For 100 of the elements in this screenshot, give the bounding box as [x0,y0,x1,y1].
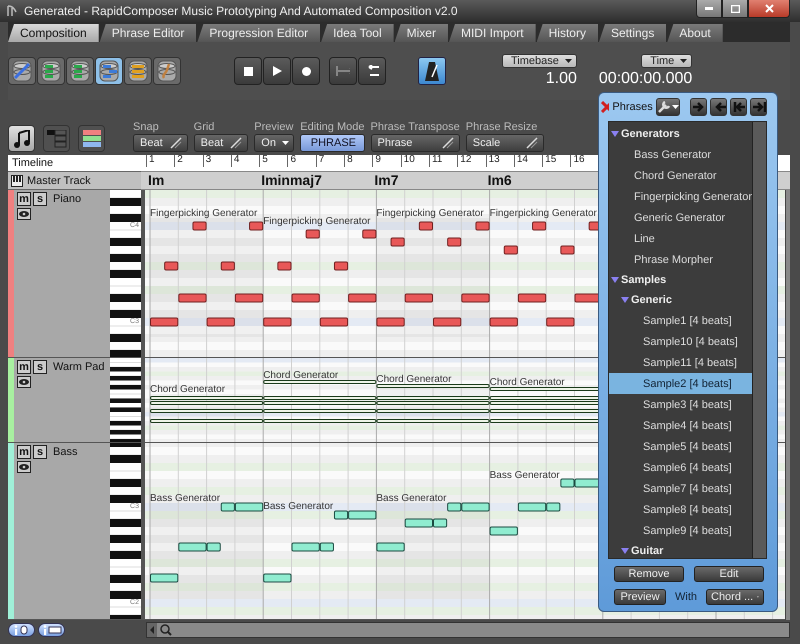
preview-button[interactable]: Preview [614,589,666,605]
wrench-dropdown[interactable] [656,98,680,116]
note[interactable] [263,396,376,400]
note[interactable] [334,510,348,520]
tab[interactable]: MIDI Import [448,24,536,42]
tab[interactable]: Phrase Editor [100,24,196,42]
note[interactable] [390,238,405,246]
tree-group[interactable]: Samples [609,270,752,290]
note[interactable] [263,380,376,384]
scroll-left-icon[interactable] [147,623,157,637]
mouse-info-button[interactable] [8,623,35,637]
mute-button[interactable]: m [17,445,31,459]
tool-button[interactable] [8,57,36,85]
tab[interactable]: History [536,24,598,42]
note[interactable] [376,419,490,423]
play-button[interactable] [263,57,291,85]
tree-item[interactable]: Sample2 [4 beats] [609,373,752,394]
close-icon[interactable] [601,100,610,112]
note[interactable] [178,542,207,552]
chord-dropdown[interactable]: Chord ... [706,589,764,605]
note[interactable] [376,409,490,413]
view-button[interactable] [78,125,105,152]
maximize-button[interactable] [722,0,748,18]
note[interactable] [560,478,574,488]
note[interactable] [376,384,490,388]
metronome-button[interactable] [418,57,446,85]
note[interactable] [249,222,264,230]
loop-button[interactable] [358,57,386,85]
solo-button[interactable]: s [33,445,47,459]
dropdown[interactable]: Beat [194,134,248,152]
mode-toggle[interactable]: PHRASE [300,134,364,152]
note[interactable] [164,262,178,270]
horizontal-scrollbar[interactable] [146,622,790,638]
tree-item[interactable]: Fingerpicking Generator [609,186,752,207]
minimize-button[interactable] [696,0,722,18]
expander-icon[interactable] [621,548,629,554]
note[interactable] [518,294,546,302]
tree-item[interactable]: Sample6 [4 beats] [609,457,752,478]
tab[interactable]: Mixer [394,24,448,42]
tree-scrollbar[interactable] [752,122,766,558]
note[interactable] [292,542,320,552]
note[interactable] [433,518,448,528]
note[interactable] [234,294,264,302]
note[interactable] [178,294,207,302]
note[interactable] [334,262,348,270]
note[interactable] [418,222,433,230]
tree-group[interactable]: Guitar [609,541,752,561]
note[interactable] [560,246,574,254]
tree-item[interactable]: Line [609,228,752,249]
arrow-button[interactable] [690,98,707,116]
note[interactable] [150,419,264,423]
dropdown[interactable]: Scale [466,134,544,152]
expander-icon[interactable] [611,131,619,137]
tab[interactable]: About [667,24,723,42]
tool-button[interactable] [153,57,181,85]
panel-button[interactable]: Remove [614,566,684,582]
note[interactable] [150,409,264,413]
note[interactable] [234,502,264,512]
tool-button[interactable] [124,57,152,85]
tab[interactable]: Composition [8,24,99,42]
solo-button[interactable]: s [33,192,47,206]
tree-item[interactable]: Sample10 [4 beats] [609,331,752,352]
note[interactable] [263,409,376,413]
tree-item[interactable]: Generic Generator [609,207,752,228]
dropdown[interactable]: Phrase [370,134,460,152]
record-button[interactable] [292,57,320,85]
note[interactable] [475,222,490,230]
zoom-icon[interactable] [160,624,172,636]
note[interactable] [192,222,207,230]
expander-icon[interactable] [621,297,629,303]
note[interactable] [150,401,264,405]
solo-button[interactable]: s [33,360,47,374]
timebase-dropdown[interactable]: Timebase [502,54,577,68]
note[interactable] [404,518,433,528]
note[interactable] [348,510,376,520]
arrow-button[interactable] [730,98,747,116]
tree-item[interactable]: Phrase Morpher [609,249,752,270]
tree-item[interactable]: Sample7 [4 beats] [609,478,752,499]
note[interactable] [263,419,376,423]
tab[interactable]: Progression Editor [197,24,320,42]
arrow-button[interactable] [750,98,767,116]
visibility-button[interactable] [17,376,31,388]
visibility-button[interactable] [17,461,31,473]
note[interactable] [376,396,490,400]
tree-item[interactable]: Sample11 [4 beats] [609,352,752,373]
vertical-scrollbar[interactable] [785,190,790,620]
tree-item[interactable]: Sample5 [4 beats] [609,436,752,457]
tree-group[interactable]: Generic [609,290,752,310]
note[interactable] [320,542,334,552]
tree-item[interactable]: Sample3 [4 beats] [609,394,752,415]
mute-button[interactable]: m [17,360,31,374]
note[interactable] [150,396,264,400]
note[interactable] [277,262,292,270]
tab[interactable]: Idea Tool [321,24,394,42]
dropdown[interactable]: On [254,134,294,152]
note[interactable] [362,230,376,238]
note[interactable] [263,401,376,405]
range-button[interactable] [329,57,357,85]
tree-item[interactable]: Sample9 [4 beats] [609,520,752,541]
tab[interactable]: Settings [598,24,666,42]
